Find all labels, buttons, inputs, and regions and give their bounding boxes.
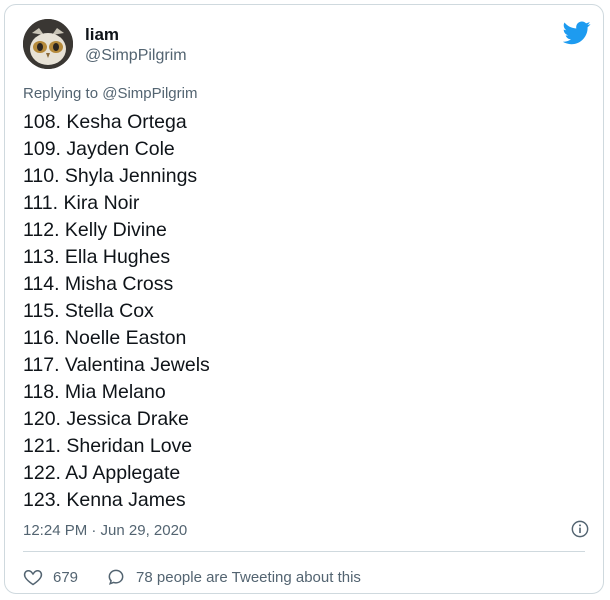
tweeting-about-link[interactable]: 78 people are Tweeting about this — [106, 567, 361, 587]
list-item: 121. Sheridan Love — [23, 435, 193, 457]
list-item: 116. Noelle Easton — [23, 327, 187, 349]
author-handle[interactable]: @SimpPilgrim — [85, 47, 187, 65]
reply-mention-link[interactable]: @SimpPilgrim — [102, 85, 197, 102]
list-item: 123. Kenna James — [23, 489, 186, 511]
list-item: 110. Shyla Jennings — [23, 165, 198, 187]
list-item: 115. Stella Cox — [23, 300, 154, 322]
tweet-card: liam @SimpPilgrim Replying to @SimpPilgr… — [4, 4, 604, 594]
speech-bubble-icon — [108, 569, 124, 585]
list-item: 117. Valentina Jewels — [23, 354, 210, 376]
like-count: 679 — [53, 568, 79, 586]
list-item: 120. Jessica Drake — [23, 408, 189, 430]
owl-avatar-icon — [23, 19, 73, 69]
avatar[interactable] — [23, 19, 73, 69]
divider — [23, 551, 585, 552]
like-button[interactable]: 679 — [23, 567, 78, 587]
list-item: 114. Misha Cross — [23, 273, 174, 295]
list-item: 113. Ella Hughes — [23, 246, 171, 268]
tweeting-about-text: 78 people are Tweeting about this — [136, 568, 361, 586]
tweet-timestamp[interactable]: 12:24 PM · Jun 29, 2020 — [23, 522, 187, 539]
reply-context: Replying to @SimpPilgrim — [23, 85, 197, 102]
tweet-actions: 679 78 people are Tweeting about this — [23, 567, 361, 587]
info-icon[interactable] — [571, 520, 589, 538]
list-item: 112. Kelly Divine — [23, 219, 167, 241]
reply-prefix: Replying to — [23, 85, 99, 102]
tweet-body-list: 108. Kesha Ortega 109. Jayden Cole 110. … — [23, 109, 210, 514]
list-item: 122. AJ Applegate — [23, 462, 181, 484]
list-item: 109. Jayden Cole — [23, 138, 175, 160]
list-item: 108. Kesha Ortega — [23, 111, 187, 133]
list-item: 118. Mia Melano — [23, 381, 166, 403]
twitter-bird-icon[interactable] — [563, 21, 591, 45]
author-name[interactable]: liam — [85, 25, 119, 45]
heart-icon — [23, 569, 43, 586]
list-item: 111. Kira Noir — [23, 192, 140, 214]
